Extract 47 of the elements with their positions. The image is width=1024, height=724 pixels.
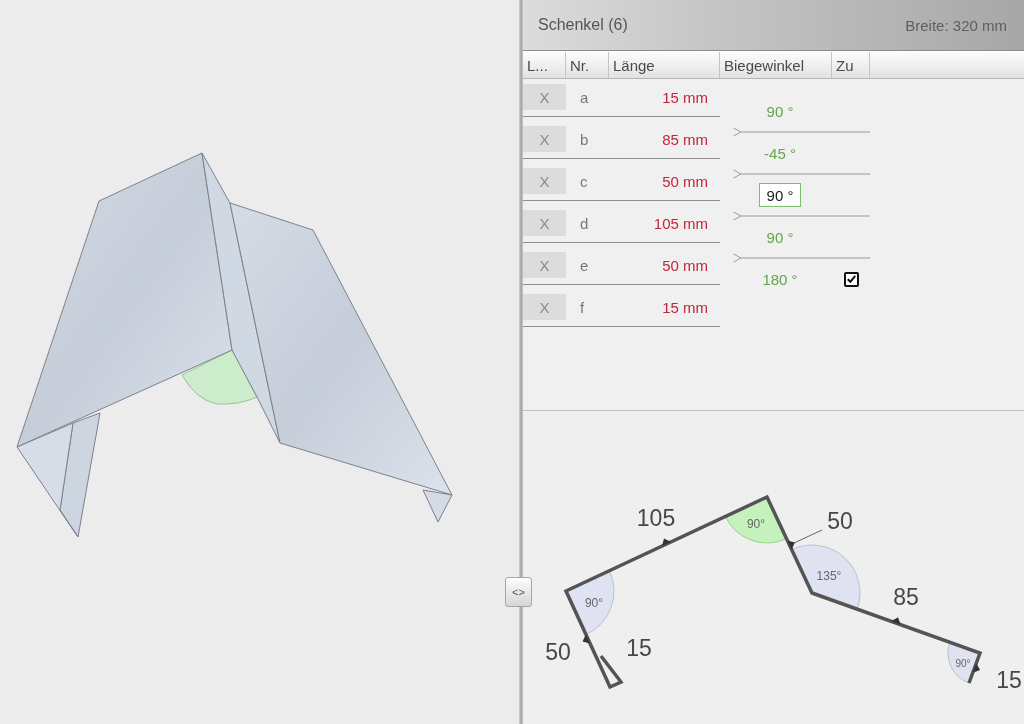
angle-label: 90° [584,596,604,610]
width-readout: Breite: 320 mm [905,16,1007,34]
leg-length: 50 mm [661,256,709,274]
delete-leg-button[interactable]: X [523,84,566,110]
closed-checkbox[interactable] [843,271,859,287]
column-header: Länge [609,52,720,78]
column-header: Biegewinkel [720,52,832,78]
leg-length: 50 mm [661,172,709,190]
leg-letter: a [579,88,590,106]
bend-angle: -45 ° [764,144,796,162]
dimension-label: 85 [893,584,919,610]
bend-angle: 90 ° [766,102,794,120]
delete-leg-button[interactable]: X [523,168,566,194]
angle-label: 135° [816,569,842,583]
leg-length: 15 mm [661,88,709,106]
chevron-line-icon [733,127,870,137]
chevron-line-icon [733,169,870,179]
leg-letter: c [579,172,589,190]
bend-angle: 180 ° [762,270,798,288]
leg-length: 85 mm [661,130,709,148]
leg-letter: b [579,130,590,148]
leg-length: 15 mm [661,298,709,316]
delete-leg-button[interactable]: X [523,294,566,320]
dimension-label: 105 [636,505,676,531]
leg-letter: e [579,256,590,274]
leg-letter: f [579,298,586,316]
checkmark-icon [846,275,856,283]
dimension-label: 15 [996,667,1022,693]
chevron-line-icon [733,211,870,221]
column-header: L... [523,52,566,78]
angle-label: 90° [746,517,766,531]
column-header: Zu [832,52,870,78]
angle-label: 90° [955,657,971,669]
dimension-label: 15 [626,635,652,661]
leg-length: 105 mm [652,214,709,232]
bend-angle: 90 ° [766,228,794,246]
chevron-line-icon [733,253,870,263]
splitter-toggle-button[interactable]: <> [505,577,532,607]
dimension-label: 50 [827,508,853,534]
panel-title: Schenkel (6) [538,16,628,34]
column-header: Nr. [566,52,609,78]
angle-input-field[interactable]: 90 ° [758,183,802,207]
dimension-label: 50 [545,639,571,665]
delete-leg-button[interactable]: X [523,252,566,278]
delete-leg-button[interactable]: X [523,210,566,236]
leg-letter: d [579,214,590,232]
delete-leg-button[interactable]: X [523,126,566,152]
